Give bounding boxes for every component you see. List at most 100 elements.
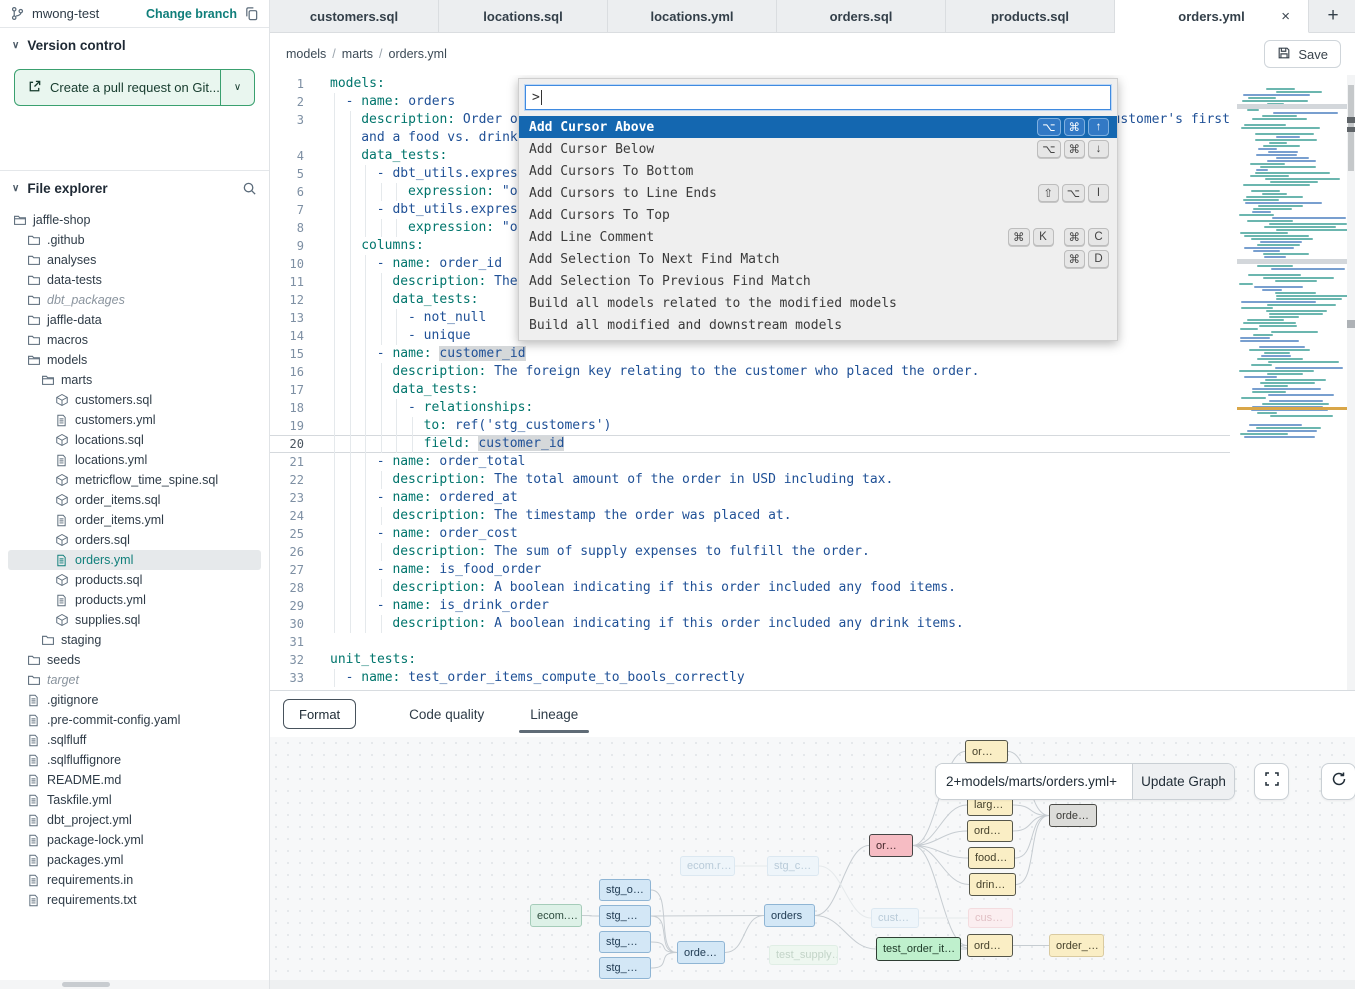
code-line-29[interactable]: 29- name: is_drink_order <box>270 597 1230 615</box>
code-line-19[interactable]: 19to: ref('stg_customers') <box>270 417 1230 435</box>
tree-item-readme-md[interactable]: README.md <box>8 770 261 790</box>
lineage-node-testorder[interactable]: test_order_it… <box>876 937 961 961</box>
command-add-selection-to-next-find-match[interactable]: Add Selection To Next Find Match⌘D <box>519 248 1117 270</box>
tree-item-data-tests[interactable]: data-tests <box>8 270 261 290</box>
lineage-node-ordbot[interactable]: ord… <box>967 934 1013 957</box>
version-control-header[interactable]: ∨ Version control <box>0 28 269 63</box>
lineage-node-custf[interactable]: cust… <box>871 908 919 928</box>
tree-item-dbt-packages[interactable]: dbt_packages <box>8 290 261 310</box>
command-add-cursors-to-top[interactable]: Add Cursors To Top <box>519 204 1117 226</box>
tree-item-locations-yml[interactable]: locations.yml <box>8 450 261 470</box>
save-button[interactable]: Save <box>1264 40 1341 68</box>
update-graph-button[interactable]: Update Graph <box>1132 764 1234 799</box>
code-line-24[interactable]: 24description: The timestamp the order w… <box>270 507 1230 525</box>
lineage-node-orderbot[interactable]: order_… <box>1049 934 1104 957</box>
lineage-node-orde1[interactable]: orde… <box>677 941 725 964</box>
code-line-28[interactable]: 28description: A boolean indicating if t… <box>270 579 1230 597</box>
tree-item-customers-yml[interactable]: customers.yml <box>8 410 261 430</box>
code-line-23[interactable]: 23- name: ordered_at <box>270 489 1230 507</box>
tree-item-orders-yml[interactable]: orders.yml <box>8 550 261 570</box>
lineage-node-ortop[interactable]: or… <box>965 740 1008 763</box>
tree-item-marts[interactable]: marts <box>8 370 261 390</box>
tree-item--pre-commit-config-yaml[interactable]: .pre-commit-config.yaml <box>8 710 261 730</box>
command-add-cursor-above[interactable]: Add Cursor Above⌥⌘↑ <box>519 116 1117 138</box>
tree-item-requirements-in[interactable]: requirements.in <box>8 870 261 890</box>
close-icon[interactable]: × <box>1281 8 1290 25</box>
lineage-node-ecom[interactable]: ecom.… <box>530 904 582 927</box>
tree-item-taskfile-yml[interactable]: Taskfile.yml <box>8 790 261 810</box>
lineage-node-stg1[interactable]: stg_o… <box>599 879 651 901</box>
lineage-node-orders[interactable]: orders <box>764 904 815 927</box>
breadcrumb-item-marts[interactable]: marts <box>342 47 373 61</box>
tree-item-order-items-yml[interactable]: order_items.yml <box>8 510 261 530</box>
command-build-all-models-related-to-the-modified-models[interactable]: Build all models related to the modified… <box>519 292 1117 314</box>
command-palette-input[interactable]: > <box>525 85 1111 110</box>
tab-orders-yml[interactable]: orders.yml× <box>1115 0 1309 33</box>
copy-icon[interactable] <box>244 6 259 21</box>
lineage-node-stg3[interactable]: stg_… <box>599 931 651 953</box>
main-horizontal-scrollbar[interactable] <box>270 980 1355 989</box>
panel-tab-code-quality[interactable]: Code quality <box>386 691 507 737</box>
tree-item-target[interactable]: target <box>8 670 261 690</box>
code-line-25[interactable]: 25- name: order_cost <box>270 525 1230 543</box>
tree-item-order-items-sql[interactable]: order_items.sql <box>8 490 261 510</box>
tree-item-locations-sql[interactable]: locations.sql <box>8 430 261 450</box>
lineage-node-cusf[interactable]: cus… <box>968 908 1013 928</box>
code-line-20[interactable]: 20field: customer_id <box>270 435 1230 453</box>
command-add-cursors-to-bottom[interactable]: Add Cursors To Bottom <box>519 160 1117 182</box>
tree-item-analyses[interactable]: analyses <box>8 250 261 270</box>
refresh-button[interactable] <box>1321 763 1355 800</box>
tree-item-supplies-sql[interactable]: supplies.sql <box>8 610 261 630</box>
tab-locations-sql[interactable]: locations.sql <box>439 0 608 32</box>
command-add-selection-to-previous-find-match[interactable]: Add Selection To Previous Find Match <box>519 270 1117 292</box>
breadcrumb-item-orders-yml[interactable]: orders.yml <box>389 47 447 61</box>
lineage-node-drin[interactable]: drin… <box>969 873 1016 896</box>
code-line-26[interactable]: 26description: The sum of supply expense… <box>270 543 1230 561</box>
tab-orders-sql[interactable]: orders.sql <box>777 0 946 32</box>
lineage-node-stg4[interactable]: stg_… <box>599 957 651 979</box>
tree-item-orders-sql[interactable]: orders.sql <box>8 530 261 550</box>
code-line-15[interactable]: 15- name: customer_id <box>270 345 1230 363</box>
panel-tab-lineage[interactable]: Lineage <box>507 691 601 737</box>
tree-item-jaffle-data[interactable]: jaffle-data <box>8 310 261 330</box>
code-line-30[interactable]: 30description: A boolean indicating if t… <box>270 615 1230 633</box>
lineage-node-stgc[interactable]: stg_c… <box>767 856 819 876</box>
tab-products-sql[interactable]: products.sql <box>946 0 1115 32</box>
tree-item-dbt-project-yml[interactable]: dbt_project.yml <box>8 810 261 830</box>
tree-item--sqlfluff[interactable]: .sqlfluff <box>8 730 261 750</box>
code-line-17[interactable]: 17data_tests: <box>270 381 1230 399</box>
command-add-cursors-to-line-ends[interactable]: Add Cursors to Line Ends⇧⌥I <box>519 182 1117 204</box>
tree-item-macros[interactable]: macros <box>8 330 261 350</box>
code-line-31[interactable]: 31 <box>270 633 1230 651</box>
tab-customers-sql[interactable]: customers.sql <box>270 0 439 32</box>
create-pr-button[interactable]: Create a pull request on Git... ∨ <box>14 69 255 106</box>
tree-item-package-lock-yml[interactable]: package-lock.yml <box>8 830 261 850</box>
lineage-node-testsup[interactable]: test_supply… <box>769 945 838 965</box>
tree-item-products-yml[interactable]: products.yml <box>8 590 261 610</box>
lineage-node-ordegray[interactable]: orde… <box>1049 804 1097 827</box>
command-add-line-comment[interactable]: Add Line Comment⌘K⌘C <box>519 226 1117 248</box>
tree-item-jaffle-shop[interactable]: jaffle-shop <box>8 210 261 230</box>
command-build-all-modified-and-downstream-models[interactable]: Build all modified and downstream models <box>519 314 1117 336</box>
lineage-node-orpink[interactable]: or… <box>869 834 913 857</box>
lineage-node-ecomr[interactable]: ecom.r… <box>680 856 735 876</box>
tree-item-models[interactable]: models <box>8 350 261 370</box>
command-add-cursor-below[interactable]: Add Cursor Below⌥⌘↓ <box>519 138 1117 160</box>
tree-item-requirements-txt[interactable]: requirements.txt <box>8 890 261 910</box>
code-editor[interactable]: 1models:2- name: orders3description: Ord… <box>270 75 1355 690</box>
tree-item-staging[interactable]: staging <box>8 630 261 650</box>
tree-item--sqlfluffignore[interactable]: .sqlfluffignore <box>8 750 261 770</box>
code-line-21[interactable]: 21- name: order_total <box>270 453 1230 471</box>
editor-minimap[interactable] <box>1237 85 1347 457</box>
lineage-node-food[interactable]: food… <box>968 847 1015 869</box>
search-icon[interactable] <box>242 181 257 196</box>
code-line-32[interactable]: 32unit_tests: <box>270 651 1230 669</box>
file-explorer-header[interactable]: ∨ File explorer <box>0 171 269 206</box>
code-line-18[interactable]: 18- relationships: <box>270 399 1230 417</box>
tree-item-packages-yml[interactable]: packages.yml <box>8 850 261 870</box>
change-branch-link[interactable]: Change branch <box>146 7 237 21</box>
new-tab-button[interactable]: + <box>1311 0 1355 32</box>
code-line-27[interactable]: 27- name: is_food_order <box>270 561 1230 579</box>
sidebar-horizontal-scrollbar[interactable] <box>0 980 269 989</box>
code-line-16[interactable]: 16description: The foreign key relating … <box>270 363 1230 381</box>
